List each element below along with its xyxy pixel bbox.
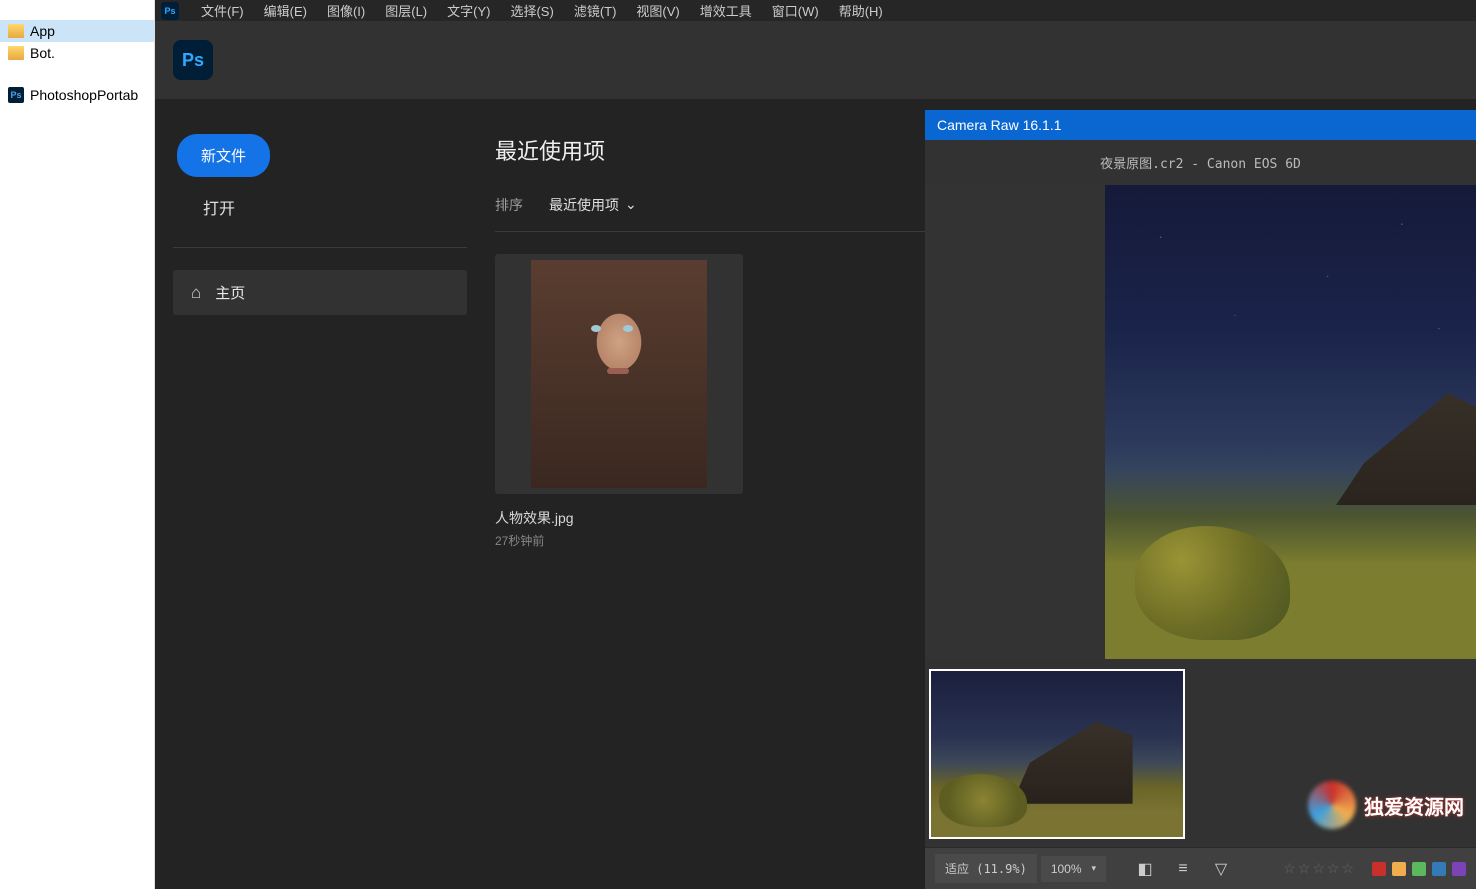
divider (173, 247, 467, 248)
open-button[interactable]: 打开 (173, 177, 467, 219)
stars (1105, 185, 1476, 446)
recent-thumbnail-image (531, 260, 707, 488)
file-explorer-panel: App Bot. Ps PhotoshopPortab (0, 0, 155, 889)
color-red[interactable] (1372, 862, 1386, 876)
camera-raw-filmstrip (925, 659, 1476, 847)
star-5[interactable]: ☆ (1341, 860, 1354, 877)
chevron-down-icon: ⌄ (625, 196, 637, 213)
ps-app-icon[interactable]: Ps (161, 2, 179, 20)
sort-label: 排序 (495, 195, 523, 215)
color-purple[interactable] (1452, 862, 1466, 876)
filter-icon[interactable]: ▽ (1204, 854, 1238, 884)
star-1[interactable]: ☆ (1283, 860, 1296, 877)
camera-raw-titlebar[interactable]: Camera Raw 16.1.1 (925, 110, 1476, 140)
ps-logo[interactable]: Ps (173, 40, 213, 80)
fit-zoom-label[interactable]: 适应 (11.9%) (935, 854, 1037, 883)
recent-item-name: 人物效果.jpg (495, 508, 743, 528)
new-file-button[interactable]: 新文件 (177, 134, 270, 177)
file-label: App (30, 23, 55, 39)
recent-thumbnail-frame (495, 254, 743, 494)
photoshop-workspace: Ps 文件(F) 编辑(E) 图像(I) 图层(L) 文字(Y) 选择(S) 滤… (155, 0, 1476, 889)
menu-plugins[interactable]: 增效工具 (690, 1, 762, 20)
recent-item-time: 27秒钟前 (495, 532, 743, 549)
color-labels (1372, 862, 1466, 876)
folder-bot[interactable]: Bot. (0, 42, 154, 64)
menu-type[interactable]: 文字(Y) (437, 1, 500, 20)
menu-edit[interactable]: 编辑(E) (254, 1, 317, 20)
star-4[interactable]: ☆ (1327, 860, 1340, 877)
sort-value-text: 最近使用项 (549, 195, 619, 215)
camera-raw-preview[interactable] (925, 185, 1476, 659)
folder-icon (8, 46, 24, 60)
home-icon: ⌂ (191, 283, 201, 303)
preview-image (1105, 185, 1476, 659)
file-photoshop-portable[interactable]: Ps PhotoshopPortab (0, 84, 154, 106)
file-label: PhotoshopPortab (30, 87, 138, 103)
menu-view[interactable]: 视图(V) (626, 1, 689, 20)
menu-layer[interactable]: 图层(L) (375, 1, 437, 20)
zoom-value: 100% (1051, 862, 1082, 876)
folder-icon (8, 24, 24, 38)
ps-icon: Ps (8, 87, 24, 103)
home-sidebar: 新文件 打开 ⌂ 主页 (155, 99, 495, 889)
folder-app[interactable]: App (0, 20, 154, 42)
color-yellow[interactable] (1392, 862, 1406, 876)
color-blue[interactable] (1432, 862, 1446, 876)
nav-home[interactable]: ⌂ 主页 (173, 270, 467, 315)
list-icon[interactable]: ≡ (1166, 854, 1200, 884)
sort-dropdown[interactable]: 最近使用项 ⌄ (549, 195, 637, 215)
menu-filter[interactable]: 滤镜(T) (564, 1, 627, 20)
nav-home-label: 主页 (215, 282, 245, 303)
menu-window[interactable]: 窗口(W) (762, 1, 829, 20)
filmstrip-thumbnail[interactable] (929, 669, 1185, 839)
zoom-dropdown[interactable]: 100% ▾ (1041, 856, 1106, 882)
color-green[interactable] (1412, 862, 1426, 876)
camera-raw-toolbar: 适应 (11.9%) 100% ▾ ◧ ≡ ▽ ☆ ☆ ☆ ☆ ☆ (925, 847, 1476, 889)
menu-file[interactable]: 文件(F) (191, 1, 254, 20)
rating-stars: ☆ ☆ ☆ ☆ ☆ (1283, 860, 1354, 877)
menu-image[interactable]: 图像(I) (317, 1, 375, 20)
file-label: Bot. (30, 45, 55, 61)
camera-raw-file-info: 夜景原图.cr2 - Canon EOS 6D (925, 140, 1476, 185)
star-2[interactable]: ☆ (1298, 860, 1311, 877)
compare-icon[interactable]: ◧ (1128, 854, 1162, 884)
star-3[interactable]: ☆ (1312, 860, 1325, 877)
menubar: Ps 文件(F) 编辑(E) 图像(I) 图层(L) 文字(Y) 选择(S) 滤… (155, 0, 1476, 21)
camera-raw-window: Camera Raw 16.1.1 夜景原图.cr2 - Canon EOS 6… (925, 110, 1476, 889)
logo-bar: Ps (155, 21, 1476, 99)
menu-select[interactable]: 选择(S) (500, 1, 563, 20)
menu-help[interactable]: 帮助(H) (829, 1, 893, 20)
chevron-down-icon: ▾ (1092, 863, 1097, 874)
recent-item[interactable]: 人物效果.jpg 27秒钟前 (495, 254, 743, 549)
